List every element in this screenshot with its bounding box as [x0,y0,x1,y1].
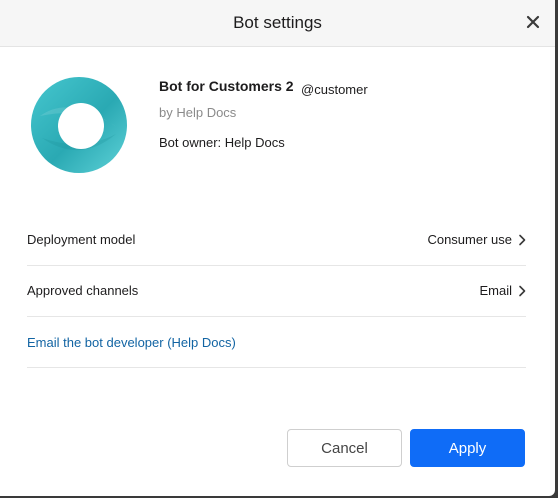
email-developer-link[interactable]: Email the bot developer (Help Docs) [27,335,236,350]
apply-button[interactable]: Apply [410,429,525,467]
approved-channels-label: Approved channels [27,283,139,298]
bot-owner: Bot owner: Help Docs [159,135,285,150]
chevron-right-icon [518,285,526,297]
deployment-model-label: Deployment model [27,232,136,247]
bot-byline: by Help Docs [159,105,237,120]
deployment-model-value: Consumer use [427,232,512,247]
chevron-right-icon [518,234,526,246]
bot-handle: @customer [301,82,368,97]
deployment-model-row[interactable]: Deployment model Consumer use [27,215,526,266]
dialog-title: Bot settings [233,13,322,32]
bot-avatar [30,76,128,174]
bot-name-line: Bot for Customers 2 @customer [159,78,368,97]
cancel-button[interactable]: Cancel [287,429,402,467]
approved-channels-value: Email [479,283,512,298]
bot-settings-dialog: Bot settings Bot for Customers 2 @custom… [0,0,555,496]
ring-logo-icon [31,77,127,173]
bot-name: Bot for Customers 2 [159,78,294,94]
developer-link-row: Email the bot developer (Help Docs) [27,317,526,368]
close-icon[interactable] [525,14,541,30]
dialog-header: Bot settings [0,0,555,47]
approved-channels-row[interactable]: Approved channels Email [27,266,526,317]
